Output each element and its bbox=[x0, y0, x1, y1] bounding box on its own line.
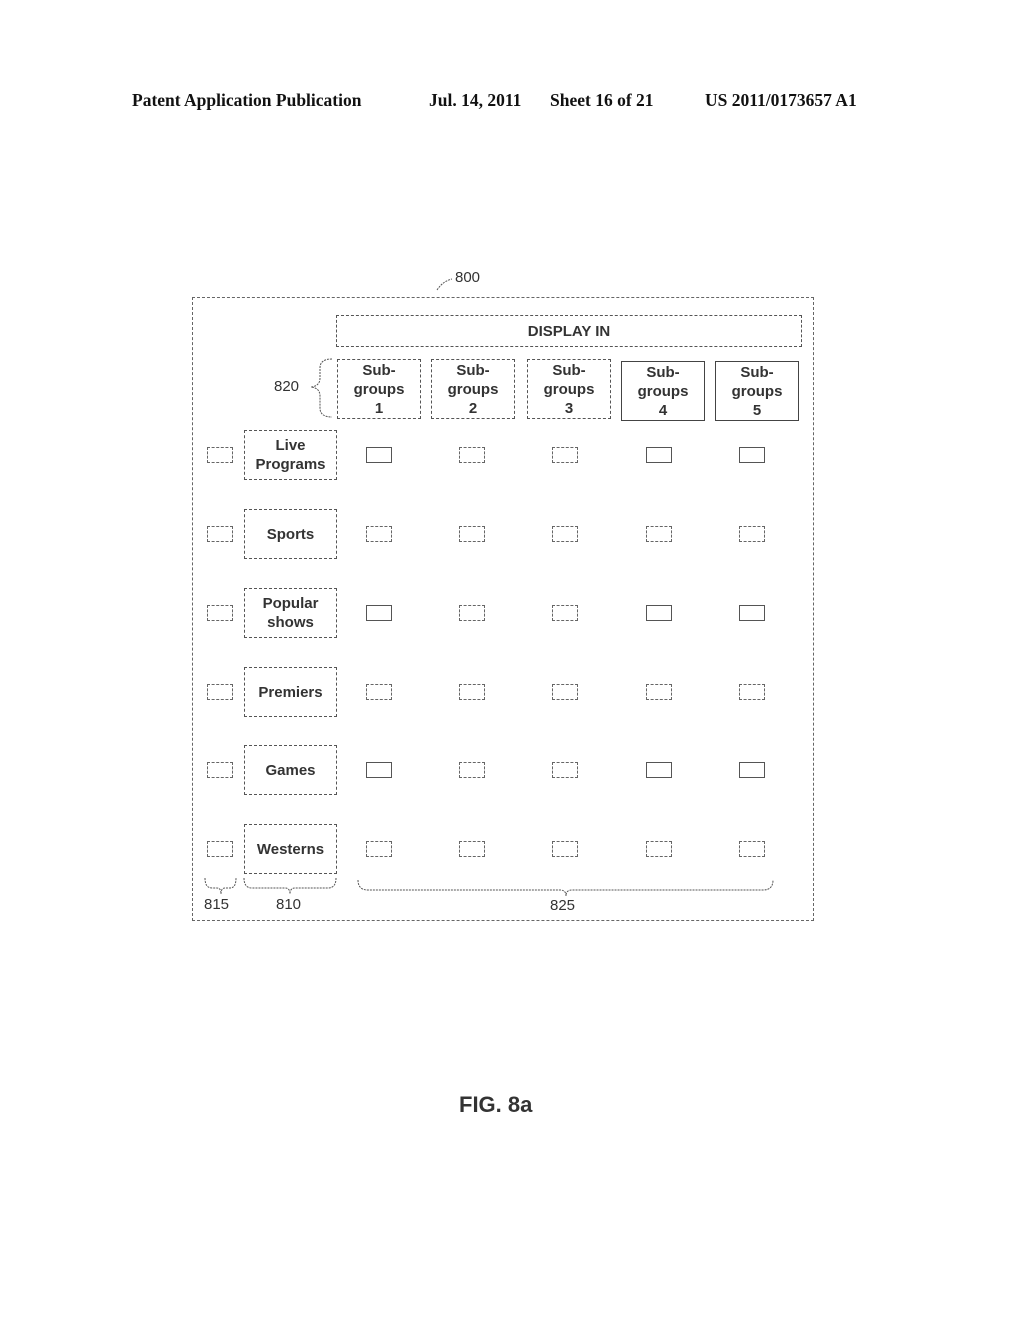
ref-815: 815 bbox=[204, 896, 230, 913]
figure-caption: FIG. 8a bbox=[459, 1092, 533, 1117]
leader-800 bbox=[436, 278, 453, 291]
reference-brackets bbox=[204, 278, 774, 897]
brace-815 bbox=[204, 877, 237, 895]
ref-810: 810 bbox=[276, 896, 302, 913]
brace-810 bbox=[243, 877, 337, 895]
brace-820 bbox=[310, 358, 333, 418]
brace-825 bbox=[357, 879, 774, 897]
ref-825: 825 bbox=[550, 897, 576, 914]
